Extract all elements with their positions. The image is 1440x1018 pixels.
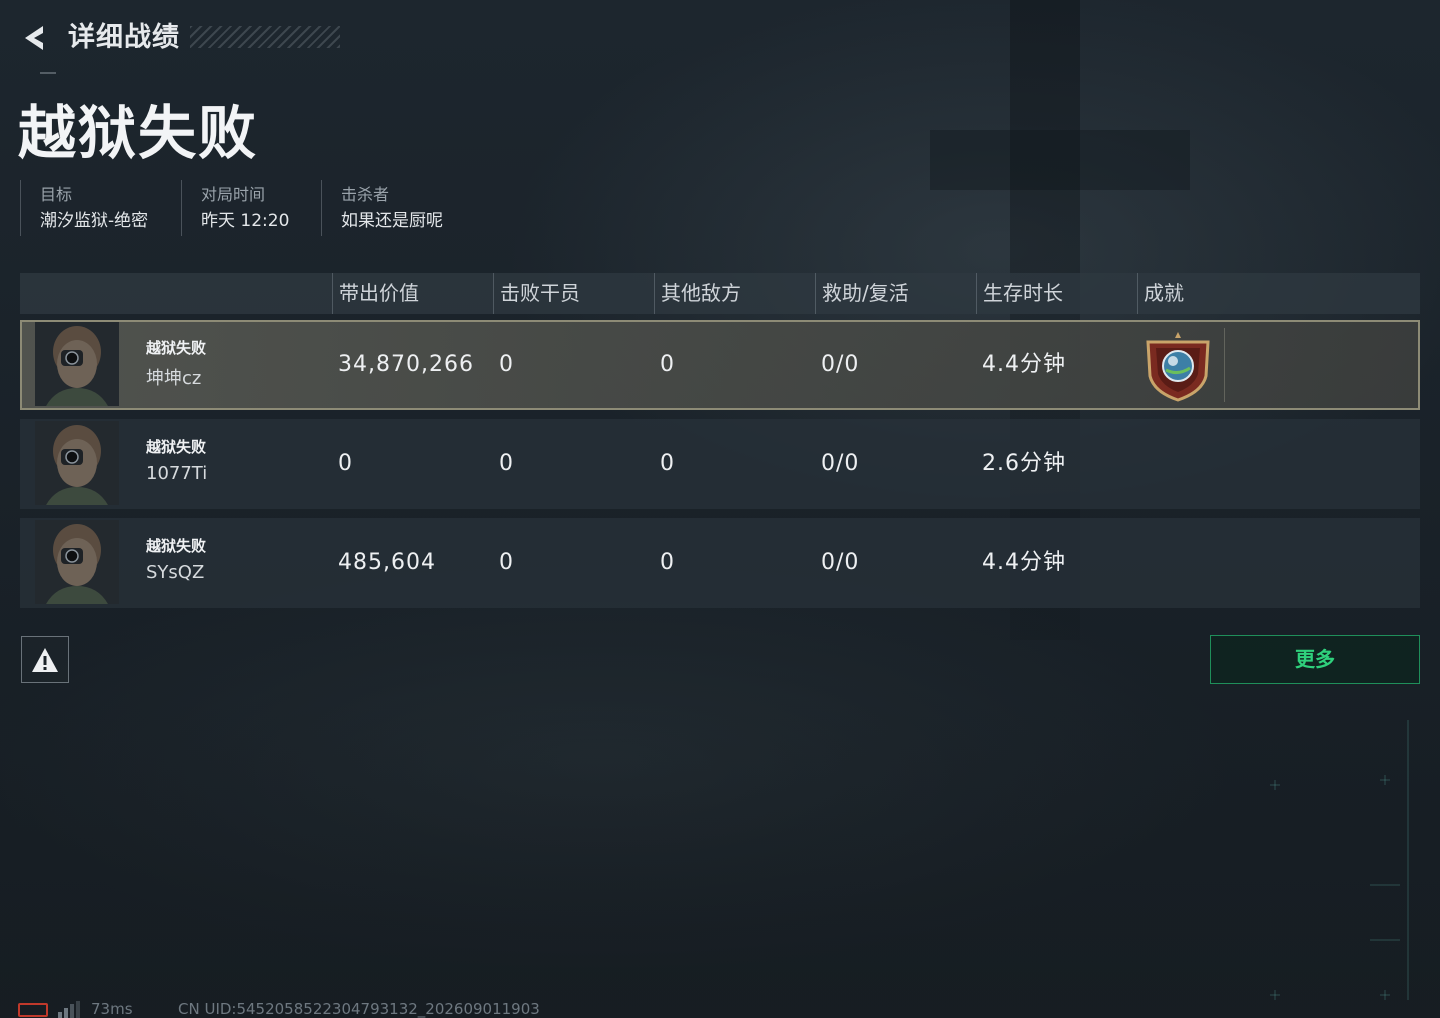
operator-portrait-icon [35,421,119,505]
info-killer-label: 击杀者 [341,185,390,204]
info-objective: 目标 潮汐监狱-绝密 [20,180,180,236]
battery-icon [18,1003,48,1017]
table-row[interactable]: 越狱失败 1077Ti 0 0 0 0/0 2.6分钟 [20,419,1420,509]
column-survival-time: 生存时长 [976,273,1063,314]
cell-assist-revive: 0/0 [821,550,860,575]
info-objective-value: 潮汐监狱-绝密 [40,211,149,231]
player-avatar [35,322,119,406]
info-killer-value: 如果还是厨呢 [341,211,443,231]
cell-extracted-value: 485,604 [338,550,436,575]
shield-medal-icon[interactable] [1142,330,1214,402]
player-avatar [35,520,119,604]
cell-operators-defeated: 0 [499,451,514,476]
table-row[interactable]: 越狱失败 坤坤cz 34,870,266 0 0 0/0 4.4分钟 [20,320,1420,410]
cell-operators-defeated: 0 [499,550,514,575]
signal-strength-icon [58,1001,80,1018]
cell-extracted-value: 0 [338,451,353,476]
player-name: 1077Ti [146,463,208,484]
report-button[interactable] [21,636,69,683]
cell-other-enemies: 0 [660,352,675,377]
info-match-time-label: 对局时间 [201,185,266,204]
player-name: 坤坤cz [146,368,202,389]
player-avatar [35,421,119,505]
cell-survival-time: 4.4分钟 [982,550,1066,575]
back-arrow-icon [25,26,43,50]
ping-readout: 73ms [91,1000,133,1018]
user-uid: CN UID:5452058522304793132_202609011903 [178,1000,540,1018]
operator-portrait-icon [35,322,119,406]
background-haze [0,700,1440,1018]
header-divider [40,72,56,74]
column-assist-revive: 救助/复活 [815,273,909,314]
background-grid-marks [1270,720,1409,1000]
stats-table-header: 带出价值 击败干员 其他敌方 救助/复活 生存时长 成就 [20,273,1420,314]
cell-assist-revive: 0/0 [821,352,860,377]
match-result-title: 越狱失败 [18,99,259,167]
cell-survival-time: 4.4分钟 [982,352,1066,377]
player-status: 越狱失败 [146,438,207,456]
player-status: 越狱失败 [146,339,207,357]
player-status: 越狱失败 [146,537,207,555]
column-extracted-value: 带出价值 [332,273,419,314]
page-title: 详细战绩 [68,22,180,53]
table-row[interactable]: 越狱失败 SYsQZ 485,604 0 0 0/0 4.4分钟 [20,518,1420,608]
achievement-divider [1224,328,1225,402]
more-button[interactable]: 更多 [1210,635,1420,684]
cell-other-enemies: 0 [660,451,675,476]
player-name: SYsQZ [146,562,205,583]
cell-assist-revive: 0/0 [821,451,860,476]
info-killer: 击杀者 如果还是厨呢 [321,180,481,236]
back-button[interactable] [14,18,54,58]
cell-operators-defeated: 0 [499,352,514,377]
column-achievement: 成就 [1137,273,1184,314]
cell-other-enemies: 0 [660,550,675,575]
cell-survival-time: 2.6分钟 [982,451,1066,476]
cell-extracted-value: 34,870,266 [338,352,474,377]
info-objective-label: 目标 [40,185,73,204]
header-stripes [190,26,340,48]
info-match-time: 对局时间 昨天 12:20 [181,180,321,236]
column-other-enemies: 其他敌方 [654,273,741,314]
warning-icon [32,647,58,672]
info-match-time-value: 昨天 12:20 [201,211,290,231]
operator-portrait-icon [35,520,119,604]
background-structure [930,130,1190,190]
column-operators-defeated: 击败干员 [493,273,580,314]
